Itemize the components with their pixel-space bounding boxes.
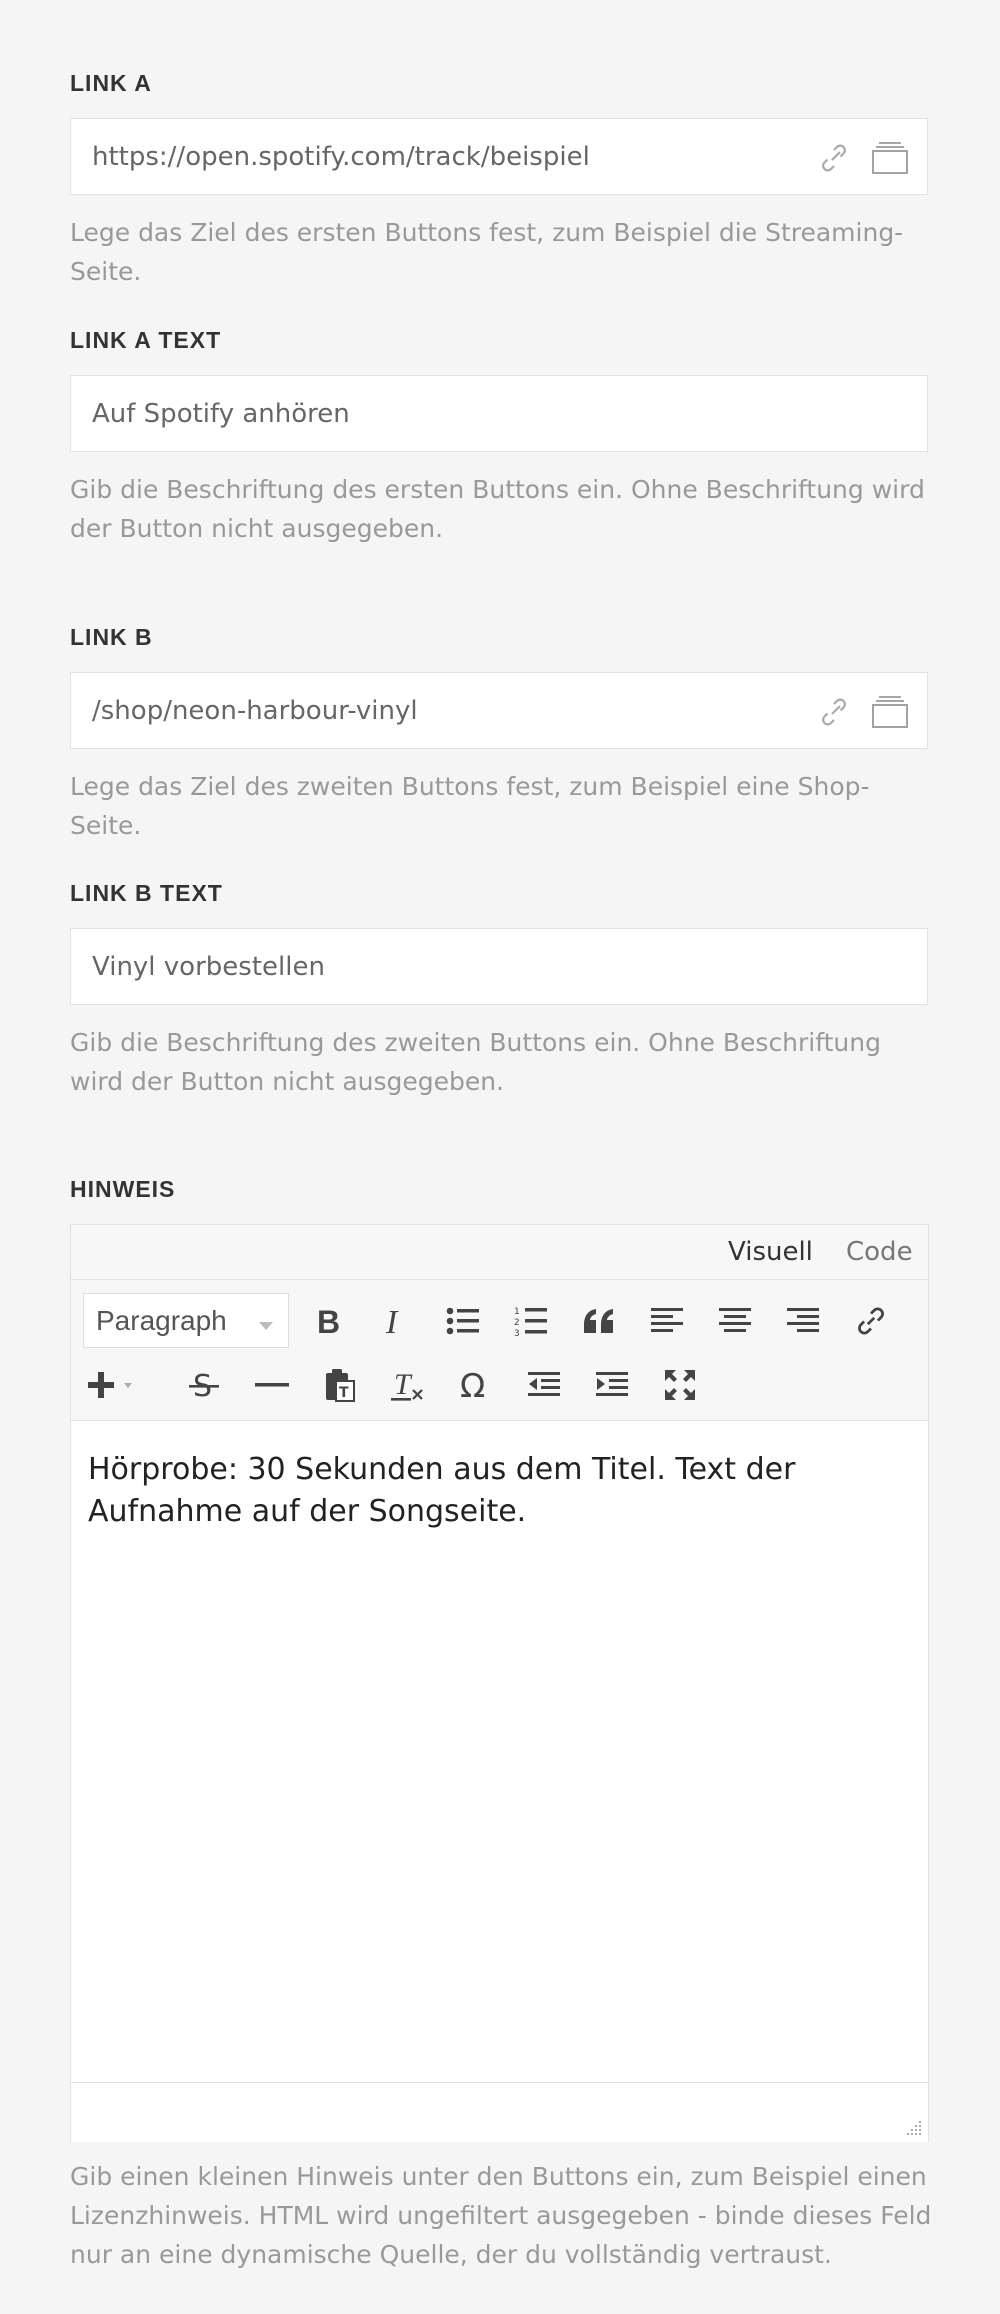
svg-text:3: 3 (514, 1329, 520, 1337)
editor-content-area[interactable]: Hörprobe: 30 Sekunden aus dem Titel. Tex… (71, 1421, 928, 2081)
rich-text-editor: Visuell Code Paragraph B I 123 S T T Ω H… (70, 1224, 929, 2142)
editor-statusbar (71, 2082, 928, 2142)
link-a-help: Lege das Ziel des ersten Buttons fest, z… (70, 218, 904, 286)
hinweis-help: Gib einen kleinen Hinweis unter den Butt… (70, 2162, 932, 2269)
svg-text:T: T (394, 1368, 413, 1401)
svg-text:I: I (385, 1305, 399, 1337)
resize-handle-icon[interactable] (904, 2118, 922, 2136)
editor-tabs: Visuell Code (71, 1225, 928, 1280)
link-a-text-input[interactable]: Auf Spotify anhören (92, 376, 350, 453)
link-a-text-field[interactable]: Auf Spotify anhören (70, 375, 928, 452)
link-b-input[interactable]: /shop/neon-harbour-vinyl (92, 673, 418, 750)
hinweis-label: HINWEIS (70, 1176, 176, 1202)
paste-text-icon[interactable]: T (320, 1365, 360, 1405)
chevron-down-icon (258, 1316, 274, 1330)
tab-code[interactable]: Code (846, 1225, 913, 1279)
italic-icon[interactable]: I (375, 1301, 415, 1341)
browse-icon[interactable] (871, 695, 909, 729)
align-left-icon[interactable] (647, 1301, 687, 1341)
editor-toolbar: Paragraph B I 123 S T T Ω (71, 1280, 928, 1421)
link-a-text-label: LINK A TEXT (70, 327, 222, 353)
link-b-help: Lege das Ziel des zweiten Buttons fest, … (70, 772, 870, 840)
link-a-input[interactable]: https://open.spotify.com/track/beispiel (92, 119, 590, 196)
svg-text:B: B (317, 1305, 340, 1337)
link-b-field[interactable]: /shop/neon-harbour-vinyl (70, 672, 928, 749)
link-b-label: LINK B (70, 624, 153, 650)
bold-icon[interactable]: B (308, 1301, 348, 1341)
bullet-list-icon[interactable] (443, 1301, 483, 1341)
link-a-text-help: Gib die Beschriftung des ersten Buttons … (70, 475, 925, 543)
link-a-field[interactable]: https://open.spotify.com/track/beispiel (70, 118, 928, 195)
link-b-text-help: Gib die Beschriftung des zweiten Buttons… (70, 1028, 881, 1096)
format-select[interactable]: Paragraph (83, 1293, 289, 1348)
numbered-list-icon[interactable]: 123 (511, 1301, 551, 1341)
indent-icon[interactable] (592, 1365, 632, 1405)
link-b-text-input[interactable]: Vinyl vorbestellen (92, 929, 325, 1006)
link-b-text-field[interactable]: Vinyl vorbestellen (70, 928, 928, 1005)
settings-panel: LINK A https://open.spotify.com/track/be… (0, 0, 1000, 2314)
browse-icon[interactable] (871, 141, 909, 175)
link-icon[interactable] (819, 143, 849, 173)
insert-link-icon[interactable] (851, 1301, 891, 1341)
svg-text:2: 2 (514, 1318, 520, 1328)
special-character-icon[interactable]: Ω (456, 1365, 496, 1405)
outdent-icon[interactable] (524, 1365, 564, 1405)
align-right-icon[interactable] (783, 1301, 823, 1341)
svg-text:1: 1 (514, 1307, 520, 1317)
blockquote-icon[interactable] (579, 1301, 619, 1341)
strikethrough-icon[interactable]: S (184, 1365, 224, 1405)
clear-formatting-icon[interactable]: T (388, 1365, 428, 1405)
add-icon[interactable] (88, 1365, 154, 1405)
svg-text:Ω: Ω (460, 1368, 485, 1402)
format-select-value: Paragraph (96, 1305, 227, 1336)
fullscreen-icon[interactable] (660, 1365, 700, 1405)
tab-visual[interactable]: Visuell (728, 1225, 813, 1279)
link-icon[interactable] (819, 697, 849, 727)
link-b-text-label: LINK B TEXT (70, 880, 223, 906)
svg-text:T: T (339, 1385, 349, 1401)
horizontal-rule-icon[interactable] (252, 1365, 292, 1405)
editor-content[interactable]: Hörprobe: 30 Sekunden aus dem Titel. Tex… (88, 1449, 918, 1533)
link-a-label: LINK A (70, 70, 152, 96)
align-center-icon[interactable] (715, 1301, 755, 1341)
